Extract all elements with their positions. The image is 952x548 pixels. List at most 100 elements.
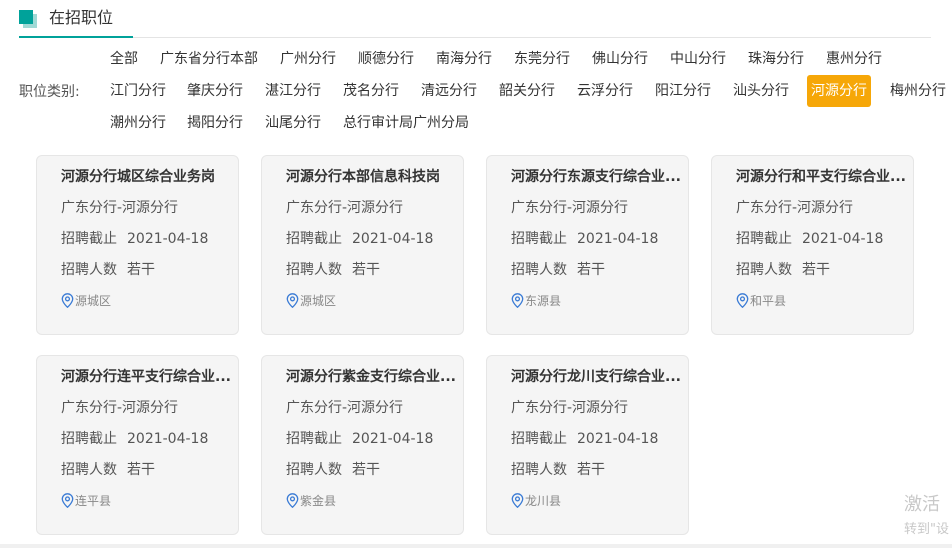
location-text: 紫金县 [300, 494, 337, 508]
filter-item[interactable]: 广州分行 [276, 43, 340, 75]
job-deadline: 招聘截止 2021-04-18 [511, 429, 658, 449]
location-pin-icon [61, 293, 74, 309]
job-org: 广东分行-河源分行 [736, 200, 854, 216]
job-title[interactable]: 河源分行东源支行综合业... [511, 167, 681, 187]
headcount-value: 若干 [577, 262, 605, 278]
filter-item[interactable]: 潮州分行 [106, 107, 170, 139]
filter-item[interactable]: 梅州分行 [886, 75, 950, 107]
deadline-value: 2021-04-18 [127, 231, 209, 247]
job-location: 连平县 [61, 492, 111, 510]
deadline-value: 2021-04-18 [577, 231, 659, 247]
filter-item[interactable]: 全部 [106, 43, 142, 75]
job-org: 广东分行-河源分行 [511, 200, 629, 216]
filter-item[interactable]: 茂名分行 [339, 75, 403, 107]
job-card[interactable]: 河源分行连平支行综合业... 广东分行-河源分行 招聘截止 2021-04-18 … [36, 355, 239, 535]
job-location: 龙川县 [511, 492, 561, 510]
headcount-label: 招聘人数 [511, 262, 567, 278]
filter-item[interactable]: 江门分行 [106, 75, 170, 107]
location-pin-icon [511, 293, 524, 309]
job-headcount: 招聘人数 若干 [511, 260, 605, 280]
filter-item-active[interactable]: 河源分行 [807, 75, 871, 107]
activation-watermark: 激活 转到"设 [904, 493, 949, 537]
filter-item[interactable]: 清远分行 [417, 75, 481, 107]
filter-item[interactable]: 广东省分行本部 [156, 43, 262, 75]
job-location: 东源县 [511, 292, 561, 310]
headcount-value: 若干 [352, 462, 380, 478]
deadline-value: 2021-04-18 [352, 231, 434, 247]
job-card[interactable]: 河源分行龙川支行综合业... 广东分行-河源分行 招聘截止 2021-04-18 … [486, 355, 689, 535]
filter-item[interactable]: 汕头分行 [729, 75, 793, 107]
job-card[interactable]: 河源分行城区综合业务岗 广东分行-河源分行 招聘截止 2021-04-18 招聘人… [36, 155, 239, 335]
job-deadline: 招聘截止 2021-04-18 [736, 229, 883, 249]
job-location: 和平县 [736, 292, 786, 310]
job-card[interactable]: 河源分行和平支行综合业... 广东分行-河源分行 招聘截止 2021-04-18 … [711, 155, 914, 335]
deadline-label: 招聘截止 [286, 431, 342, 447]
section-header: 在招职位 [19, 0, 931, 38]
filter-item[interactable]: 汕尾分行 [261, 107, 325, 139]
filter-item[interactable]: 肇庆分行 [183, 75, 247, 107]
job-location: 源城区 [61, 292, 111, 310]
job-title[interactable]: 河源分行城区综合业务岗 [61, 167, 231, 187]
job-deadline: 招聘截止 2021-04-18 [61, 429, 208, 449]
job-org: 广东分行-河源分行 [511, 400, 629, 416]
location-text: 连平县 [75, 494, 112, 508]
location-text: 和平县 [750, 294, 787, 308]
filter-item[interactable]: 佛山分行 [588, 43, 652, 75]
location-pin-icon [61, 493, 74, 509]
headcount-label: 招聘人数 [61, 262, 117, 278]
headcount-label: 招聘人数 [286, 462, 342, 478]
deadline-label: 招聘截止 [736, 231, 792, 247]
job-deadline: 招聘截止 2021-04-18 [286, 229, 433, 249]
job-location: 源城区 [286, 292, 336, 310]
filter-item[interactable]: 珠海分行 [744, 43, 808, 75]
bottom-bar [0, 544, 952, 548]
job-headcount: 招聘人数 若干 [736, 260, 830, 280]
job-title[interactable]: 河源分行紫金支行综合业... [286, 367, 456, 387]
job-card[interactable]: 河源分行本部信息科技岗 广东分行-河源分行 招聘截止 2021-04-18 招聘人… [261, 155, 464, 335]
filter-item[interactable]: 云浮分行 [573, 75, 637, 107]
location-text: 东源县 [525, 294, 562, 308]
job-org: 广东分行-河源分行 [61, 200, 179, 216]
deadline-value: 2021-04-18 [577, 431, 659, 447]
location-pin-icon [736, 293, 749, 309]
filter-item[interactable]: 顺德分行 [354, 43, 418, 75]
job-org: 广东分行-河源分行 [286, 400, 404, 416]
deadline-label: 招聘截止 [286, 231, 342, 247]
location-pin-icon [511, 493, 524, 509]
filter-item[interactable]: 总行审计局广州分局 [339, 107, 473, 139]
deadline-value: 2021-04-18 [127, 431, 209, 447]
headcount-value: 若干 [802, 262, 830, 278]
job-org: 广东分行-河源分行 [61, 400, 179, 416]
job-title[interactable]: 河源分行连平支行综合业... [61, 367, 231, 387]
headcount-label: 招聘人数 [61, 462, 117, 478]
headcount-value: 若干 [352, 262, 380, 278]
headcount-value: 若干 [127, 462, 155, 478]
filter-item[interactable]: 东莞分行 [510, 43, 574, 75]
job-deadline: 招聘截止 2021-04-18 [511, 229, 658, 249]
job-headcount: 招聘人数 若干 [286, 460, 380, 480]
job-org: 广东分行-河源分行 [286, 200, 404, 216]
job-headcount: 招聘人数 若干 [286, 260, 380, 280]
job-card[interactable]: 河源分行紫金支行综合业... 广东分行-河源分行 招聘截止 2021-04-18 … [261, 355, 464, 535]
deadline-value: 2021-04-18 [352, 431, 434, 447]
location-pin-icon [286, 293, 299, 309]
filter-item[interactable]: 阳江分行 [651, 75, 715, 107]
watermark-line1: 激活 [904, 494, 940, 515]
job-title[interactable]: 河源分行和平支行综合业... [736, 167, 906, 187]
filter-item[interactable]: 惠州分行 [822, 43, 886, 75]
filter-item[interactable]: 南海分行 [432, 43, 496, 75]
filter-item[interactable]: 中山分行 [666, 43, 730, 75]
headcount-value: 若干 [577, 462, 605, 478]
job-card[interactable]: 河源分行东源支行综合业... 广东分行-河源分行 招聘截止 2021-04-18 … [486, 155, 689, 335]
job-title[interactable]: 河源分行龙川支行综合业... [511, 367, 681, 387]
job-headcount: 招聘人数 若干 [61, 460, 155, 480]
headcount-label: 招聘人数 [286, 262, 342, 278]
filter-item[interactable]: 揭阳分行 [183, 107, 247, 139]
job-title[interactable]: 河源分行本部信息科技岗 [286, 167, 456, 187]
location-text: 龙川县 [525, 494, 562, 508]
filter-item[interactable]: 湛江分行 [261, 75, 325, 107]
header-underline [19, 36, 133, 38]
filter-item[interactable]: 韶关分行 [495, 75, 559, 107]
job-headcount: 招聘人数 若干 [511, 460, 605, 480]
deadline-label: 招聘截止 [511, 431, 567, 447]
